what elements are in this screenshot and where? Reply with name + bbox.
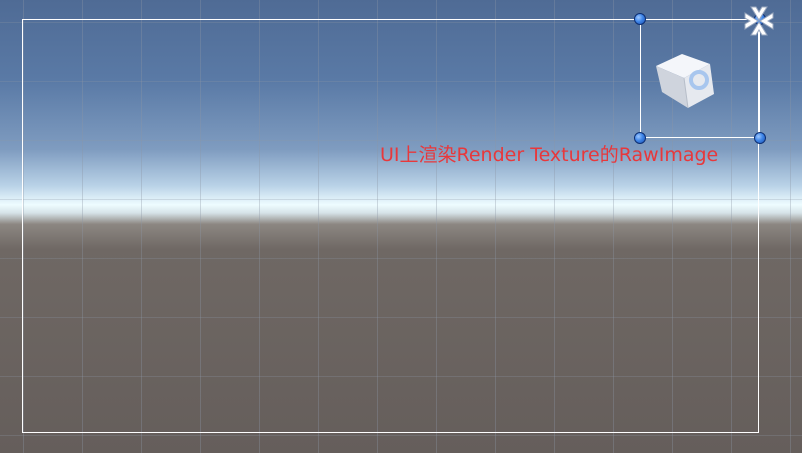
annotation-label: UI上渲染Render Texture的RawImage <box>380 144 719 166</box>
anchor-pivot-icon[interactable] <box>741 3 777 39</box>
rect-handle-top-left[interactable] <box>634 13 646 25</box>
cube-icon <box>656 54 714 109</box>
scene-view[interactable]: UI上渲染Render Texture的RawImage <box>0 0 802 453</box>
